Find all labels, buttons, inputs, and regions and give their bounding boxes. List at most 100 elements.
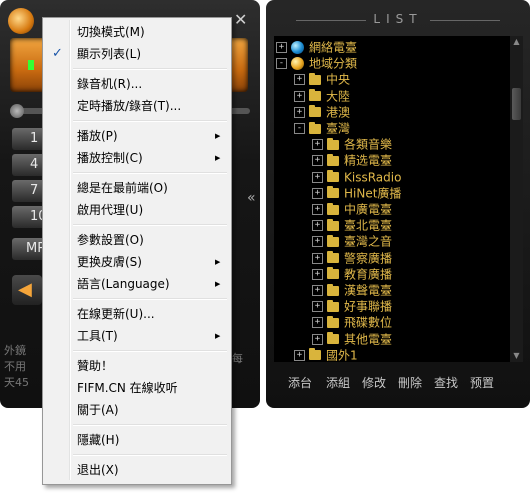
scroll-down-icon[interactable]: ▼ — [510, 350, 523, 362]
app-logo-icon — [8, 8, 34, 34]
tree-item-label: HiNet廣播 — [344, 186, 402, 201]
submenu-arrow-icon: ▶ — [215, 154, 221, 162]
preset-button-1[interactable]: 1 — [12, 128, 46, 150]
expand-icon[interactable]: + — [312, 301, 323, 313]
menu-item[interactable]: 啟用代理(U) — [45, 199, 229, 221]
collapse-icon[interactable]: - — [276, 58, 287, 70]
scroll-thumb[interactable] — [512, 88, 521, 120]
tree-item-label: 漢聲電臺 — [344, 283, 393, 298]
expand-icon[interactable]: + — [294, 349, 305, 361]
menu-item[interactable]: 隱藏(H) — [45, 429, 229, 451]
collapse-list-icon[interactable]: « — [247, 190, 256, 206]
menu-separator — [73, 298, 227, 300]
add-station-button[interactable]: 添台 — [288, 374, 312, 392]
expand-icon[interactable]: + — [312, 268, 323, 280]
menu-item[interactable]: 贊助！ — [45, 355, 229, 377]
tree-item[interactable]: + 國外1 — [294, 346, 358, 362]
context-menu: 切換模式(M) ✓ 顯示列表(L) 錄音机(R)... 定時播放/錄音(T)... 播放(… — [42, 17, 232, 485]
delete-button[interactable]: 刪除 — [398, 374, 422, 392]
menu-separator — [73, 350, 227, 352]
folder-icon — [327, 202, 339, 215]
expand-icon[interactable]: + — [312, 333, 323, 345]
tree-item-label: 地域分類 — [309, 56, 358, 71]
menu-item-label: 参數設置(O) — [77, 233, 144, 247]
collapse-icon[interactable]: - — [294, 123, 305, 134]
scroll-up-icon[interactable]: ▲ — [510, 36, 523, 48]
title-rule — [296, 20, 366, 21]
tree-item-label: 網絡電臺 — [309, 40, 358, 55]
folder-icon — [327, 315, 339, 328]
menu-item[interactable]: FIFM.CN 在線收听 — [45, 377, 229, 399]
menu-item[interactable]: 關于(A) — [45, 399, 229, 421]
add-group-button[interactable]: 添組 — [326, 374, 350, 392]
list-title-text: LIST — [373, 12, 423, 26]
expand-icon[interactable]: + — [276, 42, 287, 53]
edit-button[interactable]: 修改 — [362, 374, 386, 392]
menu-item[interactable]: 在線更新(U)... — [45, 303, 229, 325]
menu-item[interactable]: 退出(X) — [45, 459, 229, 481]
menu-item-label: 退出(X) — [77, 463, 119, 477]
expand-icon[interactable]: + — [312, 139, 323, 151]
tree-scrollbar[interactable]: ▲ ▼ — [510, 36, 523, 362]
status-right: 每 — [232, 352, 243, 365]
seek-knob[interactable] — [10, 104, 24, 118]
station-tree[interactable]: + 網絡電臺 - 地域分類 + 中央 + 大陸 + 港澳 - 臺灣 + 各類音樂 + 精选電臺 + KissRad… — [274, 36, 514, 362]
menu-item-label: 贊助！ — [77, 359, 114, 373]
folder-icon — [327, 332, 339, 345]
checkmark-icon: ✓ — [52, 46, 63, 61]
menu-item-label: 切換模式(M) — [77, 25, 145, 39]
menu-item[interactable]: 總是在最前端(O) — [45, 177, 229, 199]
tree-item-label: 教育廣播 — [344, 267, 393, 282]
folder-icon — [327, 267, 339, 280]
volume-button[interactable]: ◀ — [12, 275, 42, 305]
menu-item[interactable]: 定時播放/錄音(T)... — [45, 95, 229, 117]
menu-item[interactable]: 播放控制(C) ▶ — [45, 147, 229, 169]
tree-item-label: 中央 — [326, 72, 351, 87]
preset-button-4[interactable]: 4 — [12, 154, 46, 176]
menu-item[interactable]: 更换皮膚(S) ▶ — [45, 251, 229, 273]
tree-item-label: 好事聯播 — [344, 299, 393, 314]
tree-item-label: 精选電臺 — [344, 153, 393, 168]
menu-item-label: 播放控制(C) — [77, 151, 143, 165]
expand-icon[interactable]: + — [312, 220, 323, 232]
preset-button[interactable]: 预置 — [470, 374, 494, 392]
menu-item[interactable]: 播放(P) ▶ — [45, 125, 229, 147]
expand-icon[interactable]: + — [312, 236, 323, 248]
menu-item-label: 更换皮膚(S) — [77, 255, 142, 269]
expand-icon[interactable]: + — [294, 106, 305, 118]
menu-item[interactable]: 錄音机(R)... — [45, 73, 229, 95]
menu-item-label: FIFM.CN 在線收听 — [77, 381, 178, 395]
folder-icon — [309, 72, 321, 85]
menu-item[interactable]: ✓ 顯示列表(L) — [45, 43, 229, 65]
folder-icon — [327, 234, 339, 247]
speaker-icon: ◀ — [18, 279, 32, 300]
submenu-arrow-icon: ▶ — [215, 258, 221, 266]
menu-item-label: 在線更新(U)... — [77, 307, 155, 321]
menu-item-label: 隱藏(H) — [77, 433, 120, 447]
expand-icon[interactable]: + — [312, 285, 323, 296]
menu-item[interactable]: 工具(T) ▶ — [45, 325, 229, 347]
menu-item-label: 工具(T) — [77, 329, 118, 343]
expand-icon[interactable]: + — [294, 74, 305, 86]
expand-icon[interactable]: + — [312, 187, 323, 199]
tree-item-label: KissRadio — [344, 170, 402, 185]
folder-icon — [327, 283, 339, 296]
close-icon[interactable]: ✕ — [234, 10, 247, 29]
expand-icon[interactable]: + — [294, 90, 305, 102]
folder-icon — [327, 218, 339, 231]
preset-button-10[interactable]: 10 — [12, 206, 46, 228]
expand-icon[interactable]: + — [312, 252, 323, 264]
expand-icon[interactable]: + — [312, 204, 323, 215]
menu-item[interactable]: 参數設置(O) — [45, 229, 229, 251]
menu-item[interactable]: 切換模式(M) — [45, 21, 229, 43]
menu-item[interactable]: 語言(Language) ▶ — [45, 273, 229, 295]
menu-item-label: 總是在最前端(O) — [77, 181, 168, 195]
menu-item-label: 語言(Language) — [77, 277, 170, 291]
tree-item-label: 臺北電臺 — [344, 218, 393, 233]
mode-button[interactable]: MP — [12, 238, 46, 260]
search-button[interactable]: 查找 — [434, 374, 458, 392]
preset-button-7[interactable]: 7 — [12, 180, 46, 202]
expand-icon[interactable]: + — [312, 317, 323, 329]
expand-icon[interactable]: + — [312, 155, 323, 167]
expand-icon[interactable]: + — [312, 171, 323, 183]
